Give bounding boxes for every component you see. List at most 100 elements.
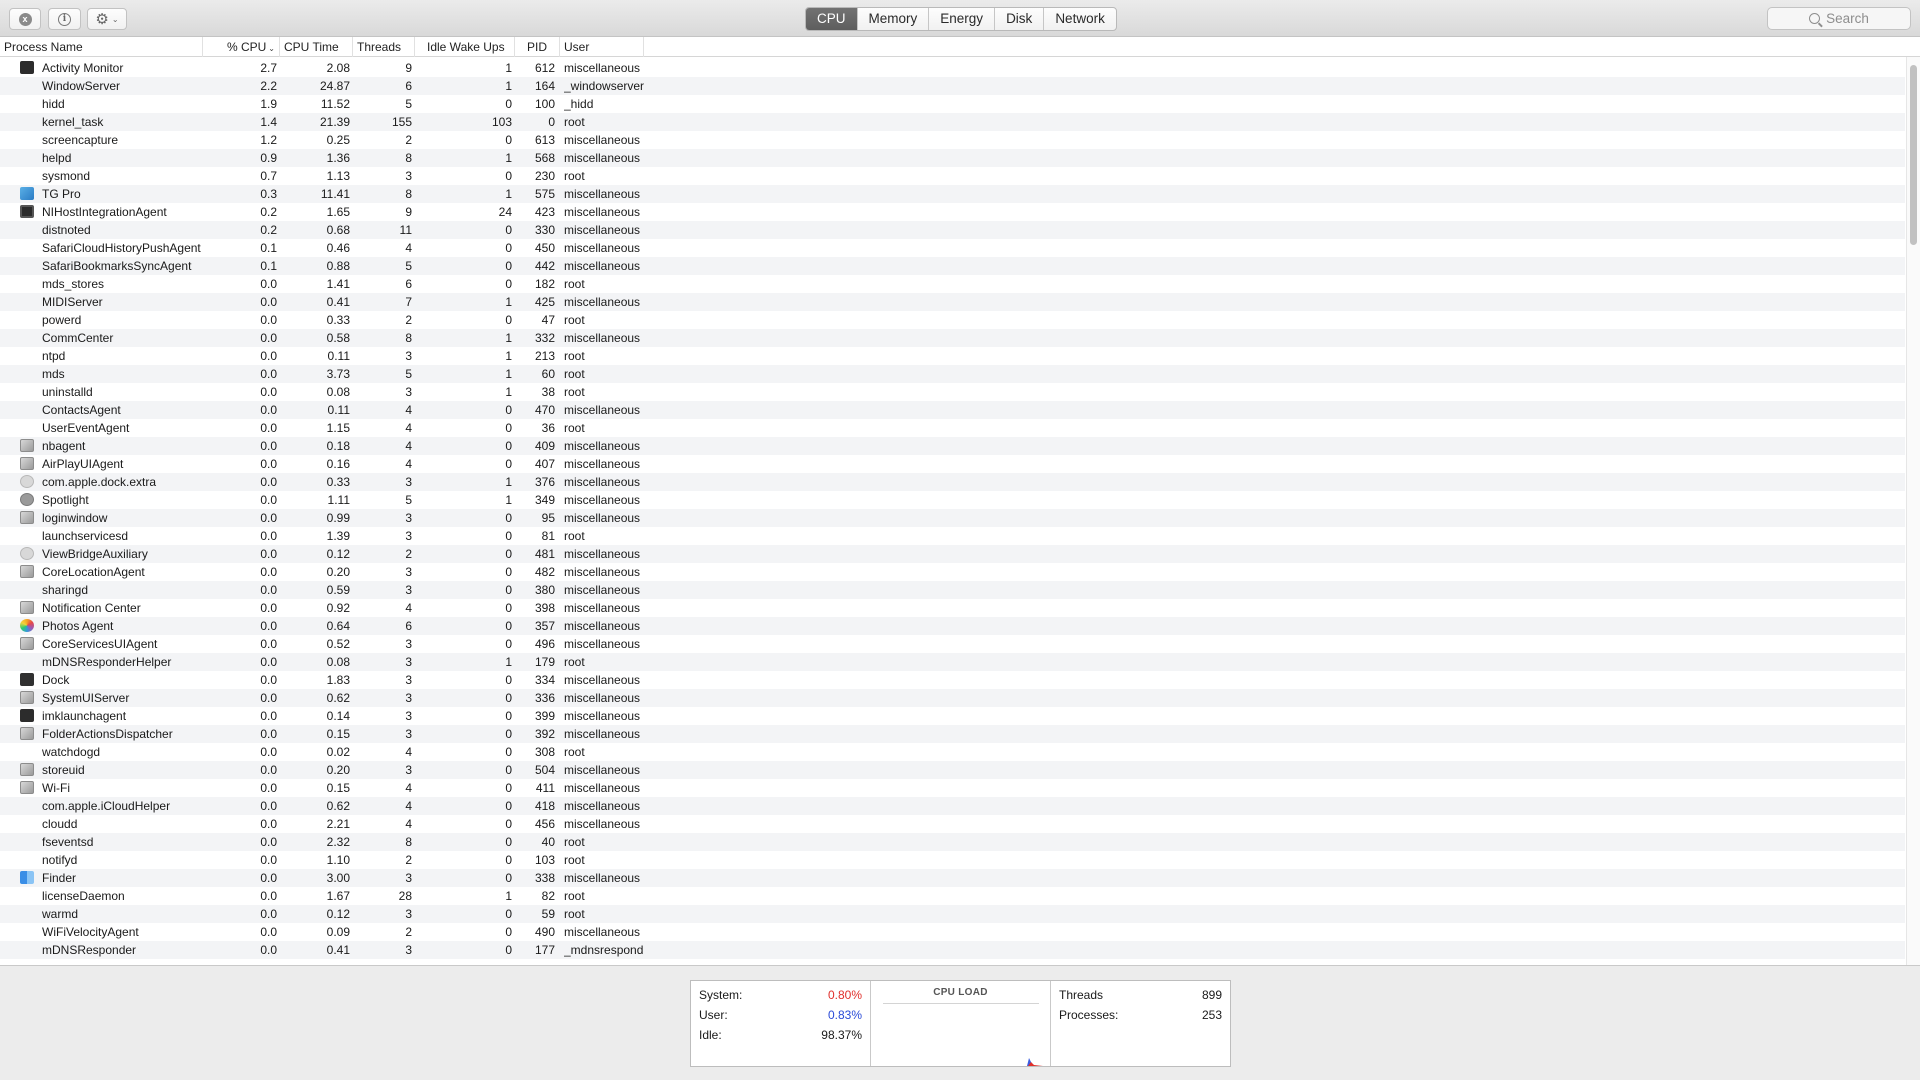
thread-count: 2 xyxy=(405,133,412,147)
inspect-process-button[interactable]: i xyxy=(48,8,81,30)
table-row[interactable]: hidd 1.9 11.52 5 0 100 _hidd xyxy=(0,95,1905,113)
process-user: miscellaneous xyxy=(564,709,641,723)
table-row[interactable]: AirPlayUIAgent 0.0 0.16 4 0 407 miscellaneous xyxy=(0,455,1905,473)
table-row[interactable]: Spotlight 0.0 1.11 5 1 349 miscellaneous xyxy=(0,491,1905,509)
scrollbar-thumb[interactable] xyxy=(1910,65,1917,245)
table-row[interactable]: ntpd 0.0 0.11 3 1 213 root xyxy=(0,347,1905,365)
column-header-cpu[interactable]: % CPU ⌄ xyxy=(203,37,280,57)
table-row[interactable]: sysmond 0.7 1.13 3 0 230 root xyxy=(0,167,1905,185)
table-row[interactable]: kernel_task 1.4 21.39 155 103 0 root xyxy=(0,113,1905,131)
table-row[interactable]: TG Pro 0.3 11.41 8 1 575 miscellaneous xyxy=(0,185,1905,203)
table-row[interactable]: powerd 0.0 0.33 2 0 47 root xyxy=(0,311,1905,329)
table-row[interactable]: Activity Monitor 2.7 2.08 9 1 612 miscellaneou… xyxy=(0,59,1905,77)
thread-count: 5 xyxy=(405,493,412,507)
cpu-percent: 0.0 xyxy=(260,637,277,651)
table-row[interactable]: mDNSResponderHelper 0.0 0.08 3 1 179 root xyxy=(0,653,1905,671)
process-id: 442 xyxy=(534,259,555,273)
process-name: CommCenter xyxy=(42,331,114,345)
table-row[interactable]: sharingd 0.0 0.59 3 0 380 miscellaneous xyxy=(0,581,1905,599)
action-menu-button[interactable]: ⚙ ⌄ xyxy=(87,8,127,30)
table-row[interactable]: cloudd 0.0 2.21 4 0 456 miscellaneous xyxy=(0,815,1905,833)
search-icon xyxy=(1809,13,1821,24)
tab-memory[interactable]: Memory xyxy=(858,8,930,30)
cpu-time: 0.25 xyxy=(326,133,350,147)
tab-cpu[interactable]: CPU xyxy=(806,8,858,30)
vertical-scrollbar[interactable] xyxy=(1906,57,1920,965)
table-row[interactable]: helpd 0.9 1.36 8 1 568 miscellaneous xyxy=(0,149,1905,167)
table-row[interactable]: storeuid 0.0 0.20 3 0 504 miscellaneous xyxy=(0,761,1905,779)
table-row[interactable]: NIHostIntegrationAgent 0.2 1.65 9 24 423 misce… xyxy=(0,203,1905,221)
table-row[interactable]: WiFiVelocityAgent 0.0 0.09 2 0 490 miscellaneo… xyxy=(0,923,1905,941)
column-header-cpu-time[interactable]: CPU Time xyxy=(280,37,353,57)
process-name: kernel_task xyxy=(42,115,104,129)
thread-count: 3 xyxy=(405,169,412,183)
tab-energy[interactable]: Energy xyxy=(929,8,996,30)
table-row[interactable]: watchdogd 0.0 0.02 4 0 308 root xyxy=(0,743,1905,761)
process-id: 95 xyxy=(541,511,555,525)
tab-disk[interactable]: Disk xyxy=(995,8,1045,30)
process-icon-cell xyxy=(20,383,36,401)
table-row[interactable]: licenseDaemon 0.0 1.67 28 1 82 root xyxy=(0,887,1905,905)
process-name: loginwindow xyxy=(42,511,108,525)
table-row[interactable]: SystemUIServer 0.0 0.62 3 0 336 miscellaneous xyxy=(0,689,1905,707)
process-name: helpd xyxy=(42,151,72,165)
table-row[interactable]: imklaunchagent 0.0 0.14 3 0 399 miscellaneous xyxy=(0,707,1905,725)
table-row[interactable]: UserEventAgent 0.0 1.15 4 0 36 root xyxy=(0,419,1905,437)
column-header-user[interactable]: User xyxy=(560,37,644,57)
thread-count: 4 xyxy=(405,439,412,453)
table-row[interactable]: fseventsd 0.0 2.32 8 0 40 root xyxy=(0,833,1905,851)
process-name: mds xyxy=(42,367,65,381)
table-row[interactable]: mDNSResponder 0.0 0.41 3 0 177 _mdnsrespond xyxy=(0,941,1905,959)
table-row[interactable]: nbagent 0.0 0.18 4 0 409 miscellaneous xyxy=(0,437,1905,455)
tab-network[interactable]: Network xyxy=(1044,8,1116,30)
process-user: _mdnsrespond xyxy=(564,943,644,957)
table-row[interactable]: CoreServicesUIAgent 0.0 0.52 3 0 496 miscellan… xyxy=(0,635,1905,653)
table-row[interactable]: FolderActionsDispatcher 0.0 0.15 3 0 392 misce… xyxy=(0,725,1905,743)
table-row[interactable]: MIDIServer 0.0 0.41 7 1 425 miscellaneous xyxy=(0,293,1905,311)
table-row[interactable]: mds 0.0 3.73 5 1 60 root xyxy=(0,365,1905,383)
table-row[interactable]: warmd 0.0 0.12 3 0 59 root xyxy=(0,905,1905,923)
table-row[interactable]: ContactsAgent 0.0 0.11 4 0 470 miscellaneous xyxy=(0,401,1905,419)
table-row[interactable]: Photos Agent 0.0 0.64 6 0 357 miscellaneous xyxy=(0,617,1905,635)
search-field[interactable]: Search xyxy=(1767,7,1911,30)
table-row[interactable]: distnoted 0.2 0.68 11 0 330 miscellaneous xyxy=(0,221,1905,239)
process-id: 213 xyxy=(534,349,555,363)
process-name: FolderActionsDispatcher xyxy=(42,727,173,741)
thread-count: 9 xyxy=(405,61,412,75)
table-row[interactable]: SafariCloudHistoryPushAgent 0.1 0.46 4 0 450 m… xyxy=(0,239,1905,257)
idle-row: Idle: 98.37% xyxy=(699,1025,862,1045)
table-row[interactable]: WindowServer 2.2 24.87 6 1 164 _windowserver xyxy=(0,77,1905,95)
idle-wake-ups: 0 xyxy=(505,169,512,183)
column-header-pid[interactable]: PID xyxy=(515,37,560,57)
table-row[interactable]: mds_stores 0.0 1.41 6 0 182 root xyxy=(0,275,1905,293)
table-row[interactable]: launchservicesd 0.0 1.39 3 0 81 root xyxy=(0,527,1905,545)
table-row[interactable]: ViewBridgeAuxiliary 0.0 0.12 2 0 481 miscellan… xyxy=(0,545,1905,563)
table-row[interactable]: SafariBookmarksSyncAgent 0.1 0.88 5 0 442 misc… xyxy=(0,257,1905,275)
process-id: 182 xyxy=(534,277,555,291)
process-name: sharingd xyxy=(42,583,89,597)
table-row[interactable]: Notification Center 0.0 0.92 4 0 398 miscellan… xyxy=(0,599,1905,617)
column-header-threads[interactable]: Threads xyxy=(353,37,415,57)
process-name: screencapture xyxy=(42,133,119,147)
table-row[interactable]: Wi-Fi 0.0 0.15 4 0 411 miscellaneous xyxy=(0,779,1905,797)
column-header-label: Process Name xyxy=(4,40,83,54)
table-row[interactable]: CommCenter 0.0 0.58 8 1 332 miscellaneous xyxy=(0,329,1905,347)
process-name: SystemUIServer xyxy=(42,691,130,705)
table-row[interactable]: uninstalld 0.0 0.08 3 1 38 root xyxy=(0,383,1905,401)
table-row[interactable]: Finder 0.0 3.00 3 0 338 miscellaneous xyxy=(0,869,1905,887)
table-row[interactable]: notifyd 0.0 1.10 2 0 103 root xyxy=(0,851,1905,869)
table-row[interactable]: CoreLocationAgent 0.0 0.20 3 0 482 miscellaneo… xyxy=(0,563,1905,581)
quit-process-button[interactable]: x xyxy=(9,8,41,30)
table-row[interactable]: loginwindow 0.0 0.99 3 0 95 miscellaneous xyxy=(0,509,1905,527)
column-header-idle-wake-ups[interactable]: Idle Wake Ups xyxy=(415,37,515,57)
table-row[interactable]: screencapture 1.2 0.25 2 0 613 miscellaneous xyxy=(0,131,1905,149)
table-row[interactable]: com.apple.dock.extra 0.0 0.33 3 1 376 miscella… xyxy=(0,473,1905,491)
threads-label: Threads xyxy=(1059,988,1104,1002)
column-header-process-name[interactable]: Process Name xyxy=(0,37,203,57)
thread-count: 2 xyxy=(405,925,412,939)
table-row[interactable]: com.apple.iCloudHelper 0.0 0.62 4 0 418 miscel… xyxy=(0,797,1905,815)
cpu-time: 0.14 xyxy=(326,709,350,723)
table-row[interactable]: Dock 0.0 1.83 3 0 334 miscellaneous xyxy=(0,671,1905,689)
close-icon: x xyxy=(18,12,32,26)
cpu-percent: 0.0 xyxy=(260,439,277,453)
